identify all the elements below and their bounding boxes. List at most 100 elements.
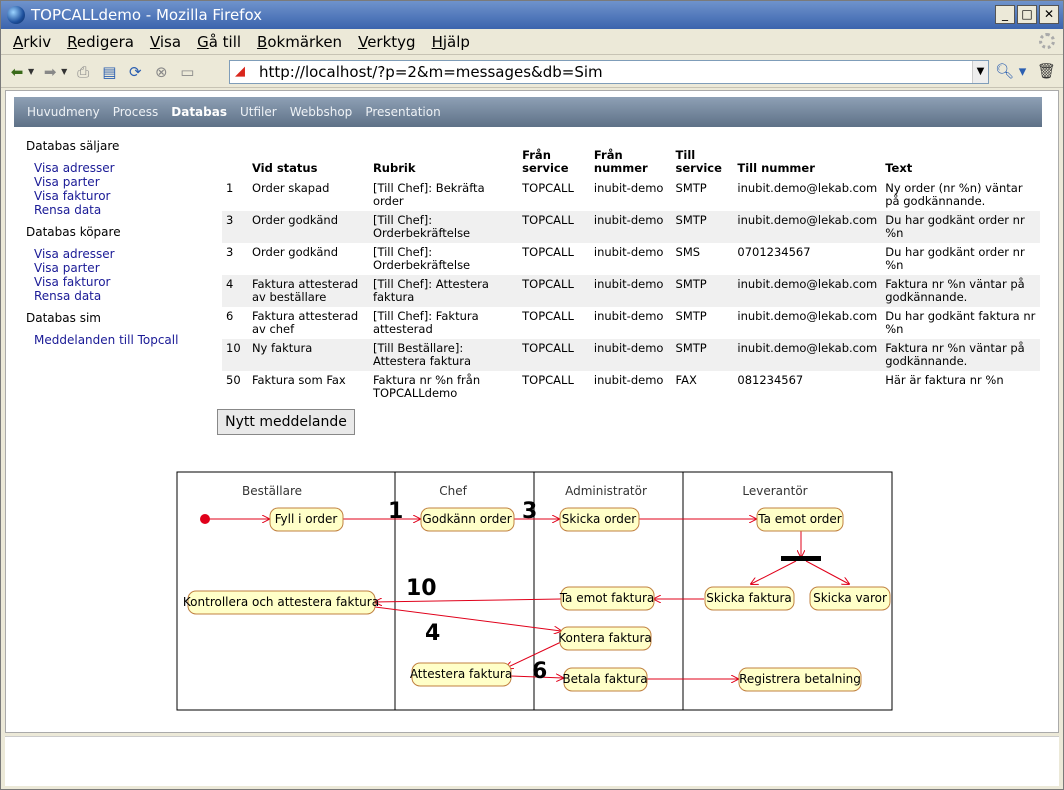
table-cell: inubit-demo: [593, 373, 664, 387]
table-cell: 081234567: [737, 373, 804, 387]
table-row[interactable]: 6 Faktura attesterad av chef [Till Chef]: …: [222, 307, 1040, 339]
table-cell: inubit-demo: [589, 339, 672, 371]
table-cell: 6: [226, 309, 234, 323]
table-cell: 50: [226, 373, 241, 387]
maximize-button[interactable]: □: [1017, 5, 1037, 24]
table-cell: SMTP: [671, 275, 734, 307]
activity-label: Skicka faktura: [706, 591, 792, 605]
lane-label-leverantor: Leverantör: [742, 484, 807, 498]
browser-window: TOPCALLdemo - Mozilla Firefox _ □ ✕ Arki…: [0, 0, 1064, 790]
table-cell: inubit.demo@lekab.com: [737, 181, 878, 195]
process-diagram: Beställare Chef Administratör Leverantör: [176, 471, 893, 711]
table-cell: Här är faktura nr %n: [885, 373, 1004, 387]
table-cell: FAX: [675, 373, 697, 387]
start-node-icon: [200, 514, 210, 524]
stop-icon[interactable]: ⊗: [151, 62, 171, 82]
sidebar-section-kopare: Databas köpare: [26, 225, 121, 239]
table-cell: TOPCALL: [518, 339, 590, 371]
table-cell: SMS: [675, 245, 701, 259]
table-cell: Ny order (nr %n) väntar på godkännande.: [885, 181, 1023, 208]
table-cell: inubit-demo: [593, 181, 664, 195]
tab-presentation[interactable]: Presentation: [365, 105, 440, 119]
table-row[interactable]: 3 Order godkänd [Till Chef]: Orderbekräfte…: [222, 243, 1040, 275]
forward-arrow-icon[interactable]: ➡: [40, 62, 60, 82]
menu-bokmarken[interactable]: Bokmärken: [257, 33, 342, 51]
table-cell: TOPCALL: [522, 373, 574, 387]
sidebar-link-meddelanden[interactable]: Meddelanden till Topcall: [34, 333, 206, 347]
table-cell: Du har godkänt order nr %n: [885, 245, 1025, 272]
back-dropdown-icon[interactable]: ▼: [28, 67, 34, 76]
table-cell: Du har godkänt faktura nr %n: [885, 309, 1036, 336]
table-cell: [Till Chef]: Orderbekräftelse: [372, 245, 471, 272]
navigation-toolbar: ⬅ ▼ ➡ ▼ ⎙ ▤ ⟳ ⊗ ▭ ◢ http://localhost/?p=…: [1, 56, 1063, 88]
table-cell: SMTP: [675, 181, 707, 195]
close-button[interactable]: ✕: [1039, 5, 1059, 24]
table-cell: SMTP: [671, 211, 734, 243]
fullscreen-icon[interactable]: ▭: [177, 62, 197, 82]
table-header: Text: [885, 161, 913, 175]
table-row[interactable]: 50 Faktura som Fax Faktura nr %n från TOPC…: [222, 371, 1040, 403]
table-header-row: Vid status Rubrik Från service Från numm…: [222, 149, 1040, 179]
table-cell: Faktura som Fax: [251, 373, 346, 387]
back-arrow-icon[interactable]: ⬅: [7, 62, 27, 82]
tab-utfiler[interactable]: Utfiler: [240, 105, 277, 119]
table-row[interactable]: 3 Order godkänd [Till Chef]: Orderbekräfte…: [222, 211, 1040, 243]
title-bar: TOPCALLdemo - Mozilla Firefox _ □ ✕: [1, 1, 1063, 29]
tab-databas[interactable]: Databas: [171, 105, 227, 119]
page-content: Huvudmeny Process Databas Utfiler Webbsh…: [5, 90, 1059, 733]
trash-icon[interactable]: 🗑︎: [1037, 62, 1056, 80]
menu-redigera[interactable]: Redigera: [67, 33, 134, 51]
sidebar-link-saljare-fakturor[interactable]: Visa fakturor: [34, 189, 206, 203]
reload-icon[interactable]: ⟳: [125, 62, 145, 82]
sidebar-link-saljare-rensa[interactable]: Rensa data: [34, 203, 206, 217]
new-message-button[interactable]: Nytt meddelande: [217, 409, 355, 435]
sidebar-link-saljare-parter[interactable]: Visa parter: [34, 175, 206, 189]
menu-hjalp[interactable]: Hjälp: [432, 33, 470, 51]
table-row[interactable]: 10 Ny faktura [Till Beställare]: Attestera…: [222, 339, 1040, 371]
table-cell: inubit-demo: [589, 275, 672, 307]
throbber-icon: [1039, 33, 1055, 49]
activity-label: Godkänn order: [422, 512, 511, 526]
sidebar-link-kopare-adresser[interactable]: Visa adresser: [34, 247, 206, 261]
table-header: Till nummer: [737, 161, 815, 175]
minimize-button[interactable]: _: [995, 5, 1015, 24]
sidebar-section-sim: Databas sim: [26, 311, 101, 325]
fork-bar: [781, 556, 821, 561]
table-cell: Faktura nr %n väntar på godkännande.: [881, 275, 1040, 307]
url-bar[interactable]: ◢ http://localhost/?p=2&m=messages&db=Si…: [229, 60, 989, 84]
menu-arkiv[interactable]: Arkiv: [13, 33, 51, 51]
sidebar-link-saljare-adresser[interactable]: Visa adresser: [34, 161, 206, 175]
sidebar-link-kopare-fakturor[interactable]: Visa fakturor: [34, 275, 206, 289]
forward-dropdown-icon[interactable]: ▼: [61, 67, 67, 76]
step-number-6: 6: [532, 659, 547, 684]
table-cell: 10: [222, 339, 248, 371]
menu-visa[interactable]: Visa: [150, 33, 181, 51]
print-icon[interactable]: ⎙: [73, 62, 93, 82]
tab-huvudmeny[interactable]: Huvudmeny: [27, 105, 100, 119]
table-cell: TOPCALL: [522, 181, 574, 195]
url-text[interactable]: http://localhost/?p=2&m=messages&db=Sim: [259, 63, 603, 81]
menu-ga-till[interactable]: Gå till: [197, 33, 241, 51]
menu-verktyg[interactable]: Verktyg: [358, 33, 415, 51]
table-cell: inubit.demo@lekab.com: [737, 309, 878, 323]
table-row[interactable]: 1 Order skapad [Till Chef]: Bekräfta order…: [222, 179, 1040, 211]
table-cell: SMTP: [675, 309, 707, 323]
search-icon[interactable]: 🔍︎ ▾: [995, 62, 1026, 80]
table-cell: [Till Chef]: Bekräfta order: [372, 181, 485, 208]
activity-label: Attestera faktura: [410, 667, 512, 681]
sidebar-link-kopare-parter[interactable]: Visa parter: [34, 261, 206, 275]
menu-bar: Arkiv Redigera Visa Gå till Bokmärken Ve…: [1, 29, 1063, 55]
table-cell: Order godkänd: [247, 211, 369, 243]
table-cell: inubit-demo: [593, 245, 664, 259]
step-number-1: 1: [388, 499, 403, 524]
table-row[interactable]: 4 Faktura attesterad av beställare [Till C…: [222, 275, 1040, 307]
table-cell: TOPCALL: [522, 245, 574, 259]
activity-label: Ta emot order: [757, 512, 842, 526]
page-info-icon[interactable]: ▤: [99, 62, 119, 82]
table-cell: 4: [222, 275, 248, 307]
tab-webbshop[interactable]: Webbshop: [290, 105, 353, 119]
sidebar-link-kopare-rensa[interactable]: Rensa data: [34, 289, 206, 303]
tab-process[interactable]: Process: [113, 105, 159, 119]
step-number-3: 3: [522, 499, 537, 524]
url-history-dropdown-icon[interactable]: ▼: [972, 61, 988, 83]
